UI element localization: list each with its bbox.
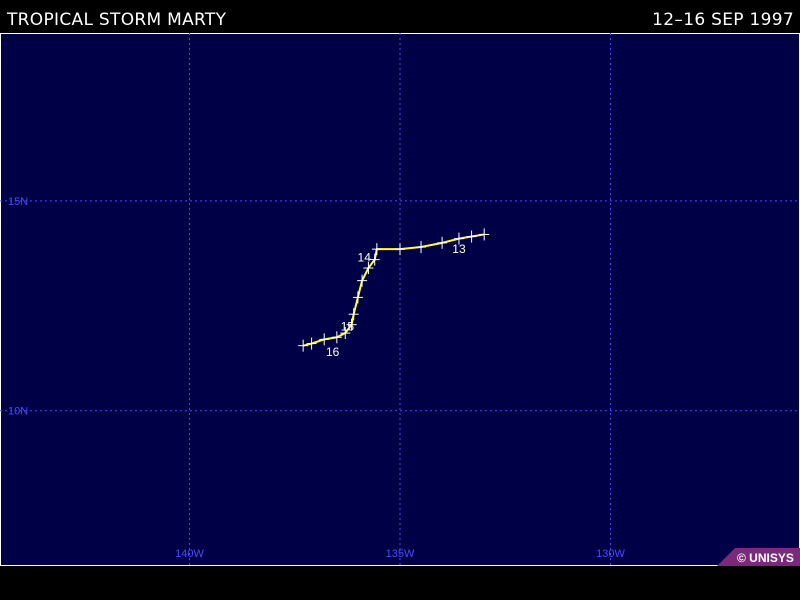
storm-title: TROPICAL STORM MARTY: [7, 10, 227, 30]
day-label: 14: [358, 250, 372, 264]
lon-label: 130W: [596, 548, 625, 560]
lat-label: 15N: [8, 196, 28, 208]
footer-bar: [0, 566, 800, 600]
day-label: 13: [452, 242, 466, 256]
header-bar: TROPICAL STORM MARTY 12–16 SEP 1997: [0, 0, 800, 33]
lat-label: 10N: [8, 406, 28, 418]
storm-dates: 12–16 SEP 1997: [652, 10, 794, 30]
lon-label: 135W: [386, 548, 415, 560]
logo-text: © UNISYS: [737, 551, 794, 565]
day-label: 15: [341, 320, 355, 334]
lon-label: 140W: [175, 548, 204, 560]
day-label: 16: [326, 345, 340, 359]
track-map: 140W 135W 130W 15N 10N 13 14 1516 © UNISYS: [0, 33, 800, 566]
